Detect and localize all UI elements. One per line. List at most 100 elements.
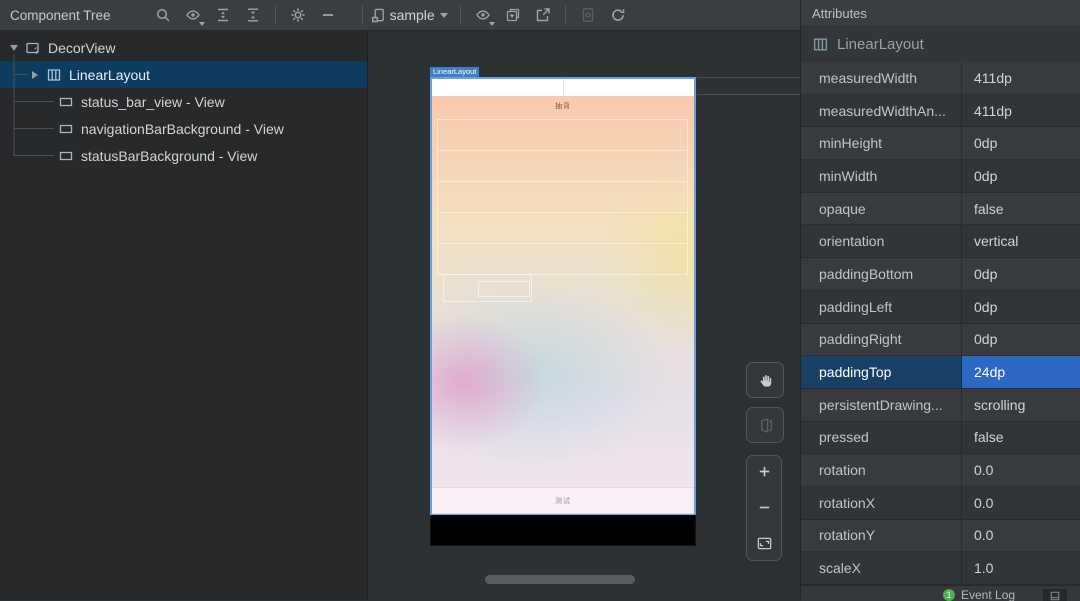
attribute-row[interactable]: rotationY0.0 [801,520,1080,553]
attribute-name: rotation [801,454,962,486]
hide-panel-minus-icon[interactable] [316,3,340,27]
attribute-value[interactable]: 411dp [962,95,1080,127]
tree-item-linearlayout[interactable]: LinearLayout [0,61,367,88]
collapse-all-icon[interactable] [241,3,265,27]
attribute-value[interactable]: 0.0 [962,487,1080,519]
attribute-row[interactable]: measuredWidthAn...411dp [801,95,1080,128]
expand-all-icon[interactable] [211,3,235,27]
tool-window-button[interactable] [1043,589,1067,601]
attribute-name: opaque [801,193,962,225]
attribute-value[interactable]: 24dp [962,356,1080,388]
attribute-name: measuredWidthAn... [801,95,962,127]
attributes-table: measuredWidth411dp measuredWidthAn...411… [801,62,1080,585]
device-screen[interactable]: 抽背 测试 [430,77,696,515]
attribute-row[interactable]: persistentDrawing...scrolling [801,389,1080,422]
attribute-value[interactable]: false [962,193,1080,225]
tree-item-decorview[interactable]: ? DecorView [0,34,367,61]
attribute-name: paddingLeft [801,291,962,323]
process-name-label: sample [390,7,435,23]
attribute-value[interactable]: false [962,422,1080,454]
attribute-row[interactable]: measuredWidth411dp [801,62,1080,95]
decor-view-icon: ? [25,40,41,56]
export-open-icon[interactable] [531,3,555,27]
plus-icon [757,464,772,479]
device-icon [371,8,386,23]
eye-dropdown-caret-icon [199,22,205,26]
zoom-out-button[interactable] [757,500,772,515]
attribute-name: rotationX [801,487,962,519]
screen-title: 抽背 [432,101,694,111]
svg-text:?: ? [34,46,39,56]
attribute-row[interactable]: paddingRight0dp [801,324,1080,357]
attribute-name: paddingBottom [801,258,962,290]
zoom-controls [746,455,782,561]
attribute-row[interactable]: minWidth0dp [801,160,1080,193]
status-bar: 1 Event Log [801,585,1080,601]
minus-icon [757,500,772,515]
tree-item-label: statusBarBackground - View [81,148,257,164]
zoom-fit-button[interactable] [756,535,773,552]
attribute-value[interactable]: 0dp [962,127,1080,159]
process-selector-button[interactable]: sample [367,5,452,25]
live-updates-sync-icon[interactable] [576,3,600,27]
hand-icon [757,372,774,389]
attribute-row-selected[interactable]: paddingTop24dp [801,356,1080,389]
attribute-row[interactable]: rotationX0.0 [801,487,1080,520]
tree-item-statusbarbackground[interactable]: statusBarBackground - View [0,142,367,169]
selection-tag: LinearLayout [430,67,479,77]
toolbar-separator [565,6,566,24]
attribute-row[interactable]: paddingLeft0dp [801,291,1080,324]
attribute-row[interactable]: pressedfalse [801,422,1080,455]
attribute-value[interactable]: 0dp [962,258,1080,290]
attribute-value[interactable]: 0dp [962,291,1080,323]
attribute-name: minWidth [801,160,962,192]
tree-item-label: DecorView [48,40,115,56]
search-icon[interactable] [151,3,175,27]
horizontal-scrollbar[interactable] [485,575,635,584]
attribute-name: minHeight [801,127,962,159]
tree-item-status-bar-view[interactable]: status_bar_view - View [0,88,367,115]
tree-item-navigationbarbackground[interactable]: navigationBarBackground - View [0,115,367,142]
attribute-value[interactable]: 0.0 [962,454,1080,486]
eye-dropdown-caret-icon [489,22,495,26]
attribute-value[interactable]: scrolling [962,389,1080,421]
attribute-value[interactable]: vertical [962,225,1080,257]
component-tree-panel: ? DecorView LinearLayout status_bar_view… [0,31,368,600]
attribute-value[interactable]: 411dp [962,62,1080,94]
attribute-value[interactable]: 1.0 [962,552,1080,584]
attribute-value[interactable]: 0dp [962,160,1080,192]
pan-hand-button[interactable] [746,362,784,398]
event-log-button[interactable]: Event Log [961,588,1015,601]
attribute-name: persistentDrawing... [801,389,962,421]
attribute-value[interactable]: 0.0 [962,520,1080,552]
fit-screen-icon [756,535,773,552]
chevron-down-icon[interactable] [10,45,18,51]
view-options-eye-icon[interactable] [181,3,205,27]
layer-visibility-eye-icon[interactable] [471,3,495,27]
chevron-right-icon[interactable] [32,71,38,79]
tree-item-label: status_bar_view - View [81,94,225,110]
extension-line [697,77,800,78]
attribute-value[interactable]: 0dp [962,324,1080,356]
top-toolbar: Component Tree sample [0,0,800,31]
attribute-row[interactable]: orientationvertical [801,225,1080,258]
linear-layout-icon [46,67,62,83]
component-tree-title: Component Tree [0,8,111,23]
attribute-row[interactable]: paddingBottom0dp [801,258,1080,291]
process-dropdown-caret-icon [440,13,448,18]
capture-snapshot-icon[interactable] [501,3,525,27]
attribute-row[interactable]: scaleX1.0 [801,552,1080,585]
refresh-icon[interactable] [606,3,630,27]
attribute-name: rotationY [801,520,962,552]
layers-3d-icon [757,417,774,434]
attribute-row[interactable]: opaquefalse [801,193,1080,226]
attribute-name: pressed [801,422,962,454]
attribute-row[interactable]: rotation0.0 [801,454,1080,487]
view-icon [58,148,74,164]
settings-gear-icon[interactable] [286,3,310,27]
attribute-row[interactable]: minHeight0dp [801,127,1080,160]
zoom-in-button[interactable] [757,464,772,479]
extension-line [697,94,800,95]
3d-mode-button[interactable] [746,407,784,443]
view-icon [58,121,74,137]
